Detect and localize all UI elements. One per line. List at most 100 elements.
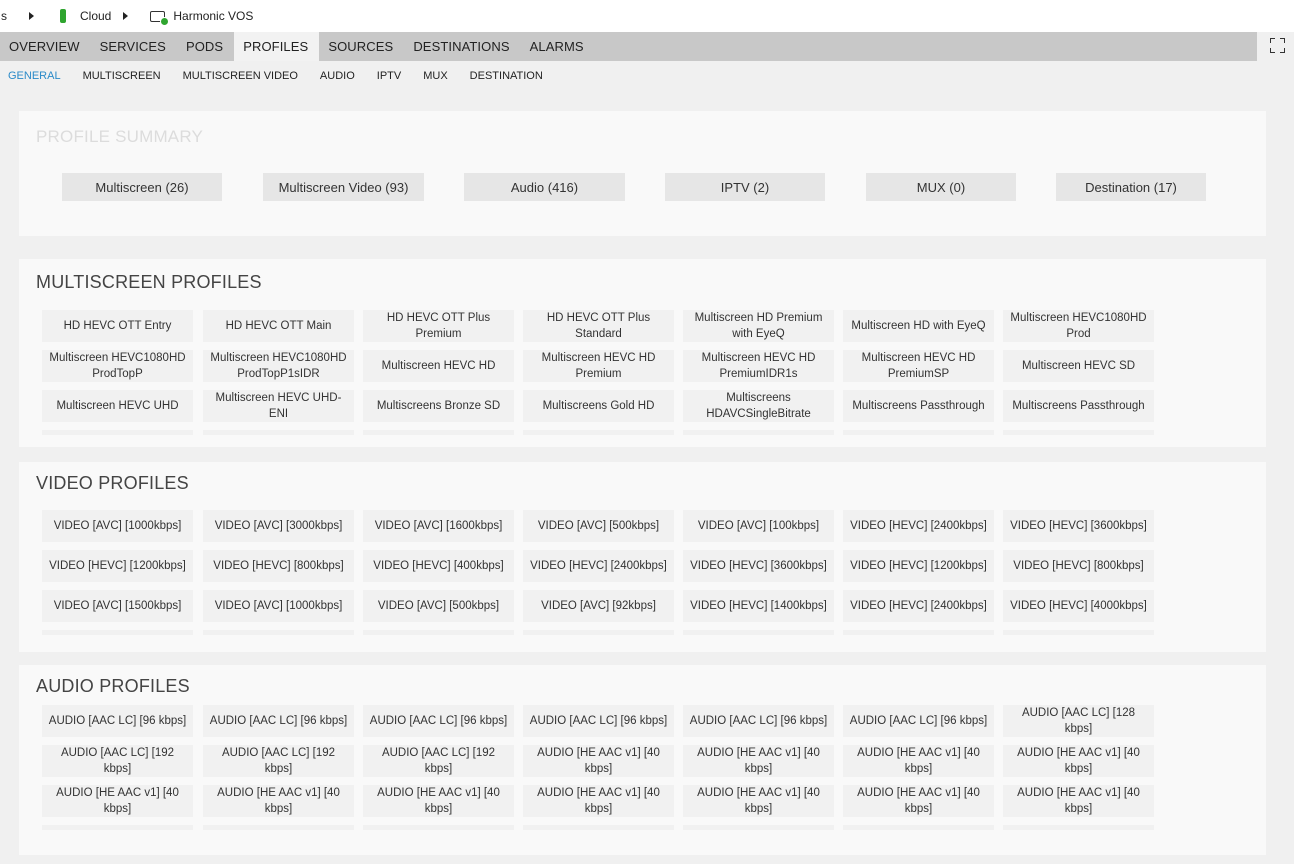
multiscreen-profile-item[interactable]: Multiscreens Passthrough [1003, 390, 1154, 422]
subtab-audio[interactable]: AUDIO [320, 70, 355, 82]
multiscreen-profile-item[interactable]: Multiscreens Bronze SD [363, 390, 514, 422]
subtab-general[interactable]: GENERAL [8, 70, 61, 82]
tab-profiles[interactable]: PROFILES [234, 32, 320, 61]
audio-profile-item-partial[interactable] [42, 825, 193, 830]
audio-profile-item[interactable]: AUDIO [HE AAC v1] [40 kbps] [843, 745, 994, 777]
audio-profile-item-partial[interactable] [683, 825, 834, 830]
subtab-multiscreen[interactable]: MULTISCREEN [83, 70, 161, 82]
video-profile-item[interactable]: VIDEO [AVC] [1600kbps] [363, 510, 514, 542]
multiscreen-profile-item[interactable]: Multiscreen HEVC HD PremiumIDR1s [683, 350, 834, 382]
subtab-multiscreen-video[interactable]: MULTISCREEN VIDEO [183, 70, 298, 82]
video-profile-item[interactable]: VIDEO [HEVC] [4000kbps] [1003, 590, 1154, 622]
video-profile-item[interactable]: VIDEO [HEVC] [2400kbps] [843, 590, 994, 622]
summary-audio-button[interactable]: Audio (416) [464, 173, 625, 201]
subtab-iptv[interactable]: IPTV [377, 70, 401, 82]
multiscreen-profile-item[interactable]: Multiscreen HEVC UHD-ENI [203, 390, 354, 422]
audio-profile-item[interactable]: AUDIO [HE AAC v1] [40 kbps] [1003, 745, 1154, 777]
multiscreen-profile-item[interactable]: Multiscreen HEVC UHD [42, 390, 193, 422]
audio-profile-item[interactable]: AUDIO [AAC LC] [96 kbps] [363, 705, 514, 737]
multiscreen-profile-item[interactable]: Multiscreen HEVC1080HD Prod [1003, 310, 1154, 342]
audio-profile-item[interactable]: AUDIO [HE AAC v1] [40 kbps] [1003, 785, 1154, 817]
multiscreen-profile-item[interactable]: Multiscreen HEVC1080HD ProdTopP1sIDR [203, 350, 354, 382]
video-profile-item[interactable]: VIDEO [AVC] [3000kbps] [203, 510, 354, 542]
audio-profile-item[interactable]: AUDIO [HE AAC v1] [40 kbps] [203, 785, 354, 817]
video-profile-item[interactable]: VIDEO [AVC] [92kbps] [523, 590, 674, 622]
multiscreen-profile-item[interactable]: Multiscreens HDAVCSingleBitrate [683, 390, 834, 422]
multiscreen-profile-item-partial[interactable] [1003, 430, 1154, 435]
audio-profile-item[interactable]: AUDIO [HE AAC v1] [40 kbps] [523, 745, 674, 777]
video-profile-item[interactable]: VIDEO [HEVC] [3600kbps] [1003, 510, 1154, 542]
audio-profile-item[interactable]: AUDIO [HE AAC v1] [40 kbps] [42, 785, 193, 817]
multiscreen-profile-item[interactable]: HD HEVC OTT Main [203, 310, 354, 342]
audio-profile-item[interactable]: AUDIO [HE AAC v1] [40 kbps] [683, 745, 834, 777]
multiscreen-profile-item[interactable]: Multiscreen HEVC SD [1003, 350, 1154, 382]
multiscreen-profile-item-partial[interactable] [843, 430, 994, 435]
multiscreen-profile-item[interactable]: Multiscreen HD with EyeQ [843, 310, 994, 342]
summary-iptv-button[interactable]: IPTV (2) [665, 173, 825, 201]
audio-profile-item[interactable]: AUDIO [AAC LC] [128 kbps] [1003, 705, 1154, 737]
video-profile-item[interactable]: VIDEO [HEVC] [400kbps] [363, 550, 514, 582]
audio-profile-item[interactable]: AUDIO [AAC LC] [96 kbps] [683, 705, 834, 737]
audio-profile-item[interactable]: AUDIO [HE AAC v1] [40 kbps] [683, 785, 834, 817]
audio-profile-item-partial[interactable] [843, 825, 994, 830]
audio-profile-item-partial[interactable] [1003, 825, 1154, 830]
multiscreen-profile-item-partial[interactable] [42, 430, 193, 435]
multiscreen-profile-item[interactable]: Multiscreen HD Premium with EyeQ [683, 310, 834, 342]
video-profile-item[interactable]: VIDEO [HEVC] [2400kbps] [843, 510, 994, 542]
video-profile-item-partial[interactable] [42, 630, 193, 635]
video-profile-item[interactable]: VIDEO [HEVC] [2400kbps] [523, 550, 674, 582]
multiscreen-profile-item[interactable]: Multiscreens Passthrough [843, 390, 994, 422]
video-profile-item[interactable]: VIDEO [AVC] [500kbps] [363, 590, 514, 622]
video-profile-item[interactable]: VIDEO [HEVC] [800kbps] [203, 550, 354, 582]
video-profile-item-partial[interactable] [843, 630, 994, 635]
subtab-mux[interactable]: MUX [423, 70, 447, 82]
tab-pods[interactable]: PODS [177, 32, 234, 61]
audio-profile-item[interactable]: AUDIO [HE AAC v1] [40 kbps] [523, 785, 674, 817]
audio-profile-item[interactable]: AUDIO [AAC LC] [192 kbps] [203, 745, 354, 777]
audio-profile-item-partial[interactable] [523, 825, 674, 830]
multiscreen-profile-item[interactable]: HD HEVC OTT Plus Standard [523, 310, 674, 342]
video-profile-item-partial[interactable] [523, 630, 674, 635]
breadcrumb-item-first[interactable]: s [1, 0, 7, 32]
multiscreen-profile-item-partial[interactable] [523, 430, 674, 435]
video-profile-item[interactable]: VIDEO [HEVC] [1200kbps] [42, 550, 193, 582]
video-profile-item[interactable]: VIDEO [HEVC] [1400kbps] [683, 590, 834, 622]
multiscreen-profile-item[interactable]: HD HEVC OTT Plus Premium [363, 310, 514, 342]
audio-profile-item[interactable]: AUDIO [AAC LC] [96 kbps] [42, 705, 193, 737]
tab-destinations[interactable]: DESTINATIONS [404, 32, 520, 61]
video-profile-item[interactable]: VIDEO [AVC] [100kbps] [683, 510, 834, 542]
audio-profile-item[interactable]: AUDIO [HE AAC v1] [40 kbps] [363, 785, 514, 817]
tab-services[interactable]: SERVICES [91, 32, 177, 61]
tab-overview[interactable]: OVERVIEW [0, 32, 91, 61]
video-profile-item[interactable]: VIDEO [AVC] [1000kbps] [203, 590, 354, 622]
summary-destination-button[interactable]: Destination (17) [1056, 173, 1206, 201]
video-profile-item[interactable]: VIDEO [HEVC] [3600kbps] [683, 550, 834, 582]
video-profile-item-partial[interactable] [363, 630, 514, 635]
audio-profile-item-partial[interactable] [363, 825, 514, 830]
audio-profile-item[interactable]: AUDIO [AAC LC] [192 kbps] [363, 745, 514, 777]
multiscreen-profile-item[interactable]: Multiscreen HEVC HD Premium [523, 350, 674, 382]
video-profile-item[interactable]: VIDEO [AVC] [1000kbps] [42, 510, 193, 542]
tab-sources[interactable]: SOURCES [319, 32, 404, 61]
video-profile-item[interactable]: VIDEO [AVC] [1500kbps] [42, 590, 193, 622]
multiscreen-profile-item[interactable]: Multiscreens Gold HD [523, 390, 674, 422]
breadcrumb-item-system[interactable]: Harmonic VOS [173, 0, 253, 32]
multiscreen-profile-item-partial[interactable] [203, 430, 354, 435]
multiscreen-profile-item[interactable]: Multiscreen HEVC1080HD ProdTopP [42, 350, 193, 382]
video-profile-item-partial[interactable] [1003, 630, 1154, 635]
multiscreen-profile-item[interactable]: Multiscreen HEVC HD [363, 350, 514, 382]
summary-multiscreen-button[interactable]: Multiscreen (26) [62, 173, 222, 201]
video-profile-item[interactable]: VIDEO [AVC] [500kbps] [523, 510, 674, 542]
audio-profile-item[interactable]: AUDIO [AAC LC] [192 kbps] [42, 745, 193, 777]
breadcrumb-item-cloud[interactable]: Cloud [80, 0, 111, 32]
multiscreen-profile-item-partial[interactable] [683, 430, 834, 435]
audio-profile-item[interactable]: AUDIO [AAC LC] [96 kbps] [523, 705, 674, 737]
video-profile-item-partial[interactable] [683, 630, 834, 635]
audio-profile-item[interactable]: AUDIO [AAC LC] [96 kbps] [843, 705, 994, 737]
audio-profile-item[interactable]: AUDIO [HE AAC v1] [40 kbps] [843, 785, 994, 817]
audio-profile-item-partial[interactable] [203, 825, 354, 830]
video-profile-item[interactable]: VIDEO [HEVC] [800kbps] [1003, 550, 1154, 582]
video-profile-item-partial[interactable] [203, 630, 354, 635]
multiscreen-profile-item[interactable]: HD HEVC OTT Entry [42, 310, 193, 342]
summary-mux-button[interactable]: MUX (0) [866, 173, 1016, 201]
